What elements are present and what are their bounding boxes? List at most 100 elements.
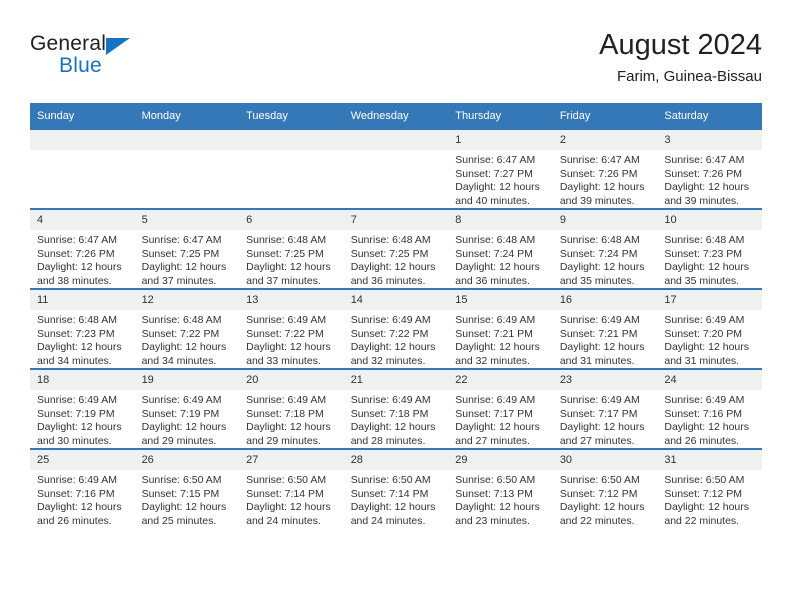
sunrise-text: Sunrise: 6:50 AM [559, 474, 640, 486]
daylight-text-line1: Daylight: 12 hours [559, 501, 645, 513]
day-details: Sunrise: 6:47 AM Sunset: 7:26 PM Daylight:… [657, 150, 762, 208]
day-details: Sunrise: 6:49 AM Sunset: 7:17 PM Daylight:… [553, 390, 658, 448]
calendar-day-cell[interactable]: 24 Sunrise: 6:49 AM Sunset: 7:16 PM Dayligh… [657, 368, 762, 449]
calendar-day-cell[interactable]: 28 Sunrise: 6:50 AM Sunset: 7:14 PM Dayligh… [343, 448, 449, 528]
day-number: 22 [448, 370, 553, 390]
day-number: 16 [552, 290, 658, 310]
calendar-day-cell[interactable]: 12 Sunrise: 6:48 AM Sunset: 7:22 PM Dayligh… [134, 288, 240, 369]
daylight-text-line2: and 33 minutes. [246, 354, 321, 367]
sunset-text: Sunset: 7:26 PM [559, 167, 638, 180]
sunset-text: Sunset: 7:17 PM [559, 407, 638, 420]
daylight-text-line2: and 23 minutes. [455, 514, 530, 527]
sunrise-text: Sunrise: 6:49 AM [664, 314, 745, 326]
sunrise-text: Sunrise: 6:49 AM [37, 394, 117, 406]
calendar-day-cell[interactable]: 7 Sunrise: 6:48 AM Sunset: 7:25 PM Daylight… [343, 208, 449, 289]
title-block: August 2024 Farim, Guinea-Bissau [599, 28, 762, 88]
day-details: Sunrise: 6:49 AM Sunset: 7:21 PM Daylight:… [448, 310, 553, 368]
sunrise-text: Sunrise: 6:47 AM [664, 154, 745, 166]
calendar-day-cell[interactable]: 14 Sunrise: 6:49 AM Sunset: 7:22 PM Dayligh… [343, 288, 449, 369]
sunrise-text: Sunrise: 6:48 AM [350, 234, 431, 246]
daylight-text-line1: Daylight: 12 hours [350, 261, 436, 273]
sunrise-text: Sunrise: 6:48 AM [246, 234, 327, 246]
sunset-text: Sunset: 7:14 PM [246, 487, 324, 500]
daylight-text-line1: Daylight: 12 hours [350, 421, 436, 433]
sunrise-text: Sunrise: 6:49 AM [559, 394, 640, 406]
weekday-header-tuesday: Tuesday [239, 103, 344, 129]
sunrise-text: Sunrise: 6:49 AM [37, 474, 117, 486]
sunrise-text: Sunrise: 6:47 AM [455, 154, 536, 166]
calendar-day-cell[interactable]: 15 Sunrise: 6:49 AM Sunset: 7:21 PM Dayligh… [448, 288, 553, 369]
day-number [30, 130, 135, 150]
daylight-text-line2: and 39 minutes. [559, 194, 635, 207]
weekday-header-thursday: Thursday [448, 103, 553, 129]
day-number: 15 [448, 290, 553, 310]
sunrise-text: Sunrise: 6:49 AM [350, 394, 431, 406]
calendar-day-cell[interactable]: 4 Sunrise: 6:47 AM Sunset: 7:26 PM Daylight… [30, 208, 135, 289]
logo-text-general: General [30, 32, 107, 55]
calendar-day-cell[interactable]: 17 Sunrise: 6:49 AM Sunset: 7:20 PM Dayligh… [657, 288, 762, 369]
calendar-day-cell[interactable]: 23 Sunrise: 6:49 AM Sunset: 7:17 PM Dayligh… [552, 368, 658, 449]
day-details: Sunrise: 6:49 AM Sunset: 7:22 PM Daylight:… [344, 310, 449, 368]
daylight-text-line2: and 39 minutes. [664, 194, 740, 207]
calendar-week-row: 11 Sunrise: 6:48 AM Sunset: 7:23 PM Dayligh… [30, 288, 762, 369]
calendar-day-cell[interactable]: 10 Sunrise: 6:48 AM Sunset: 7:23 PM Dayligh… [657, 208, 762, 289]
sunrise-text: Sunrise: 6:50 AM [664, 474, 745, 486]
weekday-header-friday: Friday [552, 103, 658, 129]
calendar-day-cell[interactable]: 3 Sunrise: 6:47 AM Sunset: 7:26 PM Daylight… [657, 128, 762, 209]
day-number: 18 [30, 370, 135, 390]
sunset-text: Sunset: 7:20 PM [664, 327, 743, 340]
calendar-day-cell[interactable]: 26 Sunrise: 6:50 AM Sunset: 7:15 PM Dayligh… [134, 448, 240, 528]
day-details: Sunrise: 6:48 AM Sunset: 7:25 PM Daylight:… [344, 230, 449, 288]
sunset-text: Sunset: 7:23 PM [37, 327, 115, 340]
calendar-day-cell[interactable]: 9 Sunrise: 6:48 AM Sunset: 7:24 PM Daylight… [552, 208, 658, 289]
daylight-text-line1: Daylight: 12 hours [455, 261, 540, 273]
calendar-day-cell[interactable]: 21 Sunrise: 6:49 AM Sunset: 7:18 PM Dayligh… [343, 368, 449, 449]
day-details: Sunrise: 6:49 AM Sunset: 7:18 PM Daylight:… [344, 390, 449, 448]
daylight-text-line1: Daylight: 12 hours [37, 261, 122, 273]
calendar-day-cell[interactable]: 25 Sunrise: 6:49 AM Sunset: 7:16 PM Dayligh… [30, 448, 135, 528]
sunset-text: Sunset: 7:15 PM [141, 487, 220, 500]
calendar-day-cell[interactable]: 11 Sunrise: 6:48 AM Sunset: 7:23 PM Dayligh… [30, 288, 135, 369]
calendar-day-cell[interactable]: 19 Sunrise: 6:49 AM Sunset: 7:19 PM Dayligh… [134, 368, 240, 449]
calendar-day-cell[interactable]: 29 Sunrise: 6:50 AM Sunset: 7:13 PM Dayligh… [448, 448, 553, 528]
sunrise-text: Sunrise: 6:49 AM [455, 394, 536, 406]
sunrise-text: Sunrise: 6:48 AM [37, 314, 117, 326]
calendar-day-cell[interactable]: 1 Sunrise: 6:47 AM Sunset: 7:27 PM Daylight… [448, 128, 553, 209]
sunset-text: Sunset: 7:12 PM [559, 487, 638, 500]
day-details: Sunrise: 6:49 AM Sunset: 7:17 PM Daylight:… [448, 390, 553, 448]
calendar-day-cell[interactable]: 13 Sunrise: 6:49 AM Sunset: 7:22 PM Dayligh… [239, 288, 344, 369]
daylight-text-line2: and 26 minutes. [37, 514, 112, 527]
calendar-day-cell[interactable]: 27 Sunrise: 6:50 AM Sunset: 7:14 PM Dayligh… [239, 448, 344, 528]
calendar-page: General Blue August 2024 Farim, Guinea-B… [0, 0, 792, 612]
daylight-text-line1: Daylight: 12 hours [350, 501, 436, 513]
calendar-day-cell[interactable]: 8 Sunrise: 6:48 AM Sunset: 7:24 PM Daylight… [448, 208, 553, 289]
day-details [135, 150, 240, 154]
calendar-day-cell[interactable]: 16 Sunrise: 6:49 AM Sunset: 7:21 PM Dayligh… [552, 288, 658, 369]
daylight-text-line2: and 37 minutes. [141, 274, 217, 287]
day-number: 8 [448, 210, 553, 230]
triangle-icon [106, 38, 130, 55]
calendar-week-row: 25 Sunrise: 6:49 AM Sunset: 7:16 PM Dayligh… [30, 448, 762, 528]
calendar-day-cell[interactable]: 20 Sunrise: 6:49 AM Sunset: 7:18 PM Dayligh… [239, 368, 344, 449]
daylight-text-line1: Daylight: 12 hours [141, 501, 227, 513]
day-number: 2 [552, 130, 658, 150]
general-blue-logo[interactable]: General Blue [30, 32, 210, 88]
calendar-day-cell[interactable]: 30 Sunrise: 6:50 AM Sunset: 7:12 PM Dayligh… [552, 448, 658, 528]
calendar-day-cell[interactable]: 5 Sunrise: 6:47 AM Sunset: 7:25 PM Daylight… [134, 208, 240, 289]
calendar-day-cell[interactable]: 2 Sunrise: 6:47 AM Sunset: 7:26 PM Daylight… [552, 128, 658, 209]
daylight-text-line1: Daylight: 12 hours [664, 261, 750, 273]
calendar-day-cell[interactable]: 18 Sunrise: 6:49 AM Sunset: 7:19 PM Dayligh… [30, 368, 135, 449]
daylight-text-line2: and 29 minutes. [141, 434, 217, 447]
day-details: Sunrise: 6:47 AM Sunset: 7:26 PM Daylight:… [30, 230, 135, 288]
calendar-day-cell[interactable]: 22 Sunrise: 6:49 AM Sunset: 7:17 PM Dayligh… [448, 368, 553, 449]
day-number: 10 [657, 210, 762, 230]
daylight-text-line2: and 32 minutes. [455, 354, 530, 367]
sunrise-text: Sunrise: 6:48 AM [141, 314, 222, 326]
calendar-day-cell[interactable]: 31 Sunrise: 6:50 AM Sunset: 7:12 PM Dayligh… [657, 448, 762, 528]
calendar-week-row: 4 Sunrise: 6:47 AM Sunset: 7:26 PM Daylight… [30, 208, 762, 289]
calendar-day-cell[interactable]: 6 Sunrise: 6:48 AM Sunset: 7:25 PM Daylight… [239, 208, 344, 289]
daylight-text-line2: and 27 minutes. [455, 434, 530, 447]
calendar-head: Sunday Monday Tuesday Wednesday Thursday… [30, 103, 762, 129]
calendar-week-row: 1 Sunrise: 6:47 AM Sunset: 7:27 PM Daylight… [30, 128, 762, 209]
sunset-text: Sunset: 7:13 PM [455, 487, 533, 500]
